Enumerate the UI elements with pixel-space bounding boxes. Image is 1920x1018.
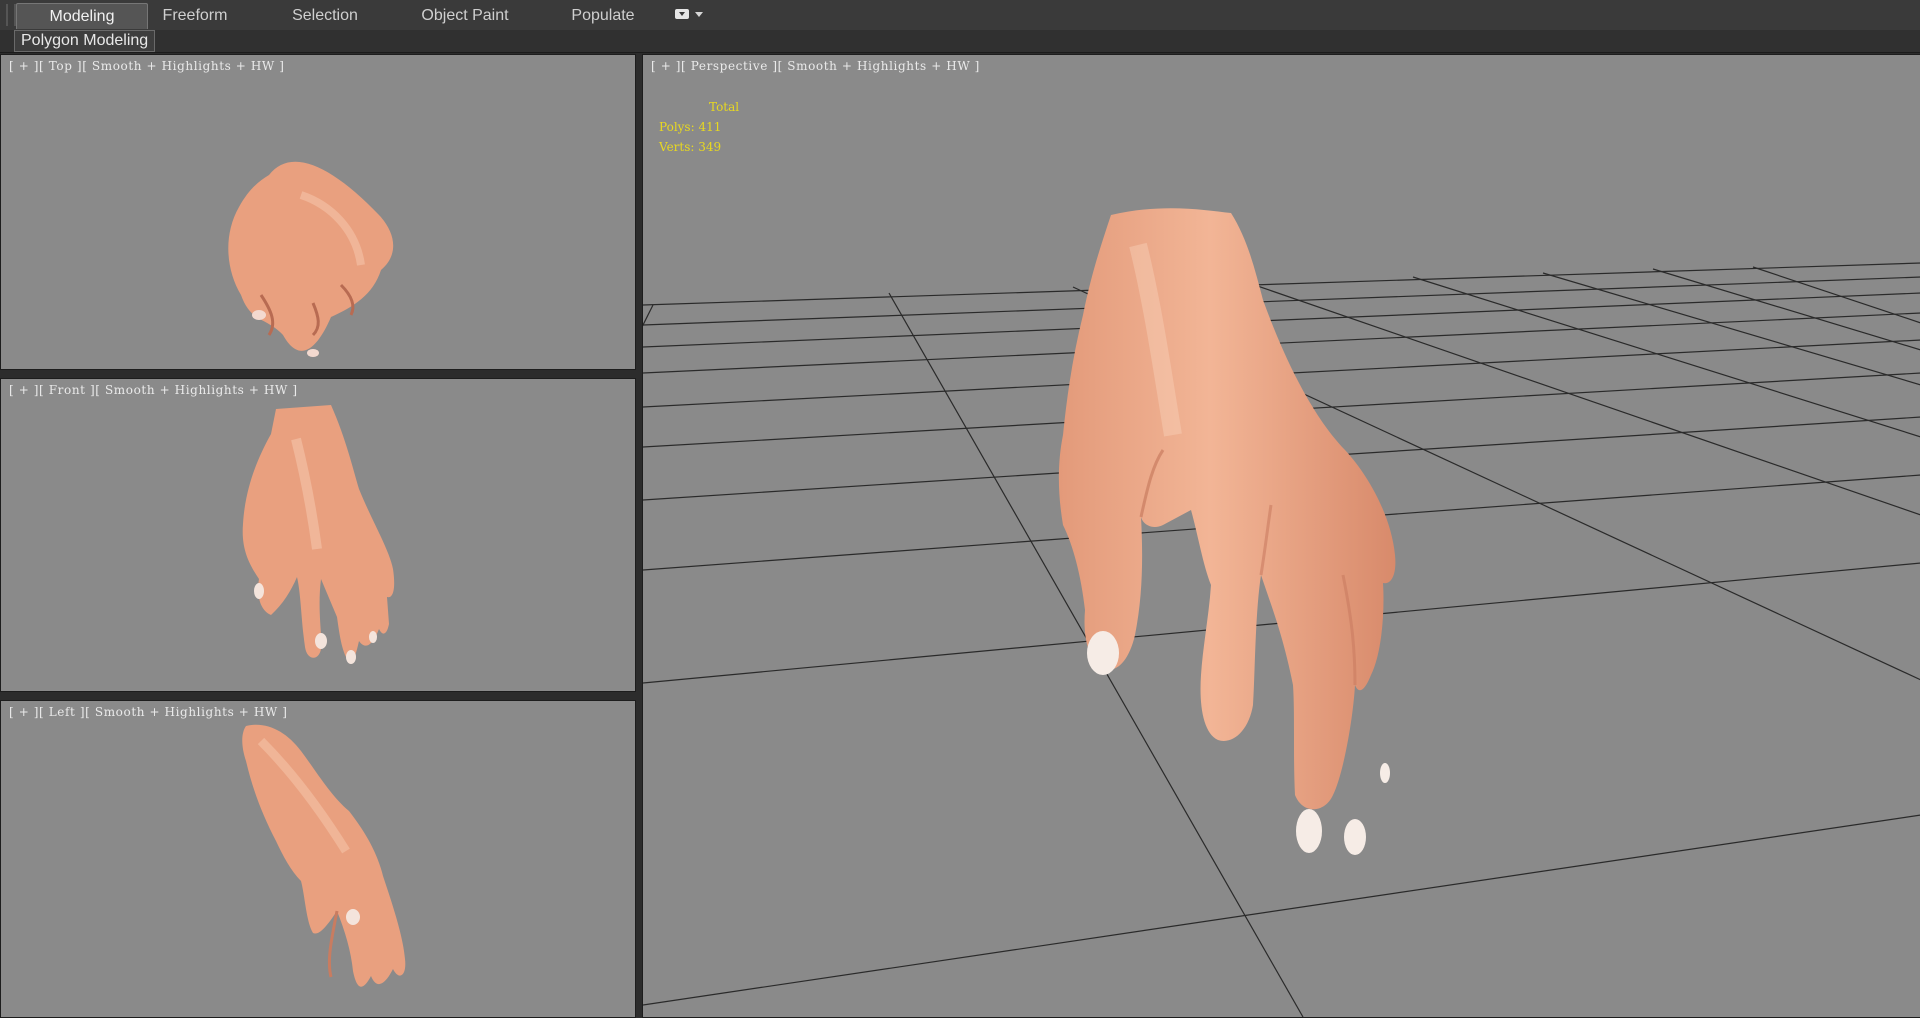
ribbon-tab-bar: Modeling Freeform Selection Object Paint… [0,0,1920,31]
hand-model-front [242,405,395,664]
hand-model-left [242,724,406,987]
viewport-left[interactable]: [ + ][ Left ][ Smooth + Highlights + HW … [0,700,636,1018]
tab-freeform[interactable]: Freeform [150,3,240,28]
ribbon-grip-handle[interactable] [6,4,16,26]
hand-model-perspective [1058,208,1396,855]
hand-model-top [228,161,394,357]
tab-selection[interactable]: Selection [280,3,370,28]
viewport-front[interactable]: [ + ][ Front ][ Smooth + Highlights + HW… [0,378,636,692]
ribbon-panel: Polygon Modeling [0,30,1920,53]
viewport-top[interactable]: [ + ][ Top ][ Smooth + Highlights + HW ] [0,54,636,370]
tab-modeling[interactable]: Modeling [16,3,148,29]
polygon-modeling-panel-button[interactable]: Polygon Modeling [14,30,156,52]
viewport-perspective[interactable]: [ + ][ Perspective ][ Smooth + Highlight… [642,54,1920,1018]
tab-populate[interactable]: Populate [560,3,646,28]
tab-object-paint[interactable]: Object Paint [410,3,520,28]
caret-menu-icon[interactable] [673,8,707,22]
